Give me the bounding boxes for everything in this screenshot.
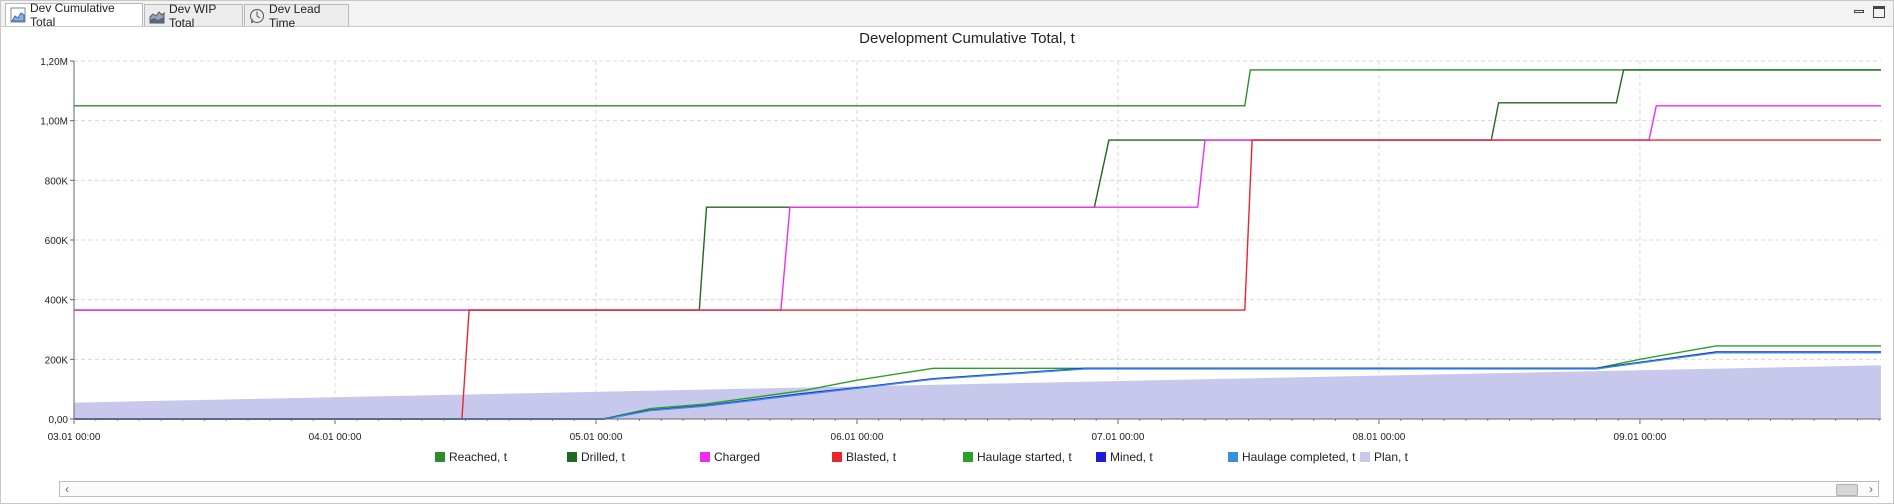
legend-label: Charged — [714, 450, 760, 464]
series-area-plan — [74, 365, 1881, 419]
window-controls — [1853, 6, 1885, 18]
x-tick-label: 03.01 00:00 — [48, 432, 101, 443]
series-line-reached-t — [74, 69, 1881, 107]
chart-legend: Reached, t Drilled, t Charged Blasted, t Hau… — [435, 450, 1409, 464]
legend-label: Haulage completed, t — [1242, 450, 1356, 464]
tab-dev-lead-time[interactable]: Dev Lead Time — [244, 2, 349, 30]
chart-title: Development Cumulative Total, t — [859, 30, 1075, 47]
stacked-chart-icon — [149, 10, 165, 23]
legend-label: Reached, t — [449, 450, 508, 464]
plot-area — [74, 69, 1881, 420]
y-tick-label: 600K — [45, 236, 69, 247]
y-tick-label: 1,00M — [40, 117, 68, 128]
scroll-left-icon[interactable]: ‹ — [60, 482, 74, 496]
legend-label: Drilled, t — [581, 450, 626, 464]
chart-window: Dev Cumulative Total Dev WIP Total Dev L… — [0, 0, 1894, 504]
legend-swatch — [832, 452, 842, 462]
legend-label: Blasted, t — [846, 450, 897, 464]
horizontal-scrollbar[interactable]: ‹ › — [59, 481, 1879, 497]
legend-swatch — [700, 452, 710, 462]
legend-label: Haulage started, t — [977, 450, 1072, 464]
x-tick-label: 05.01 00:00 — [570, 432, 623, 443]
legend-label: Plan, t — [1374, 450, 1409, 464]
legend-swatch — [1360, 452, 1370, 462]
minimize-icon[interactable] — [1853, 6, 1865, 18]
x-tick-label: 07.01 00:00 — [1092, 432, 1145, 443]
tab-dev-wip-total[interactable]: Dev WIP Total — [144, 2, 243, 30]
scroll-right-icon[interactable]: › — [1864, 482, 1878, 496]
legend-swatch — [1096, 452, 1106, 462]
tab-label: Dev Lead Time — [269, 1, 321, 30]
chart-area: Development Cumulative Total, t 0,00 200K… — [1, 27, 1893, 477]
y-tick-label: 0,00 — [49, 415, 69, 426]
series-line-charged — [74, 105, 1881, 311]
y-tick-label: 1,20M — [40, 57, 68, 68]
tab-label: Dev Cumulative Total — [30, 1, 115, 29]
tab-bar: Dev Cumulative Total Dev WIP Total Dev L… — [1, 1, 1893, 30]
legend-swatch — [567, 452, 577, 462]
maximize-icon[interactable] — [1873, 6, 1885, 18]
legend-label: Mined, t — [1110, 450, 1153, 464]
y-tick-label: 200K — [45, 355, 69, 366]
y-tick-label: 400K — [45, 296, 69, 307]
x-tick-label: 04.01 00:00 — [309, 432, 362, 443]
legend-swatch — [963, 452, 973, 462]
legend-swatch — [1228, 452, 1238, 462]
y-tick-label: 800K — [45, 176, 69, 187]
tab-dev-cumulative-total[interactable]: Dev Cumulative Total — [5, 1, 143, 29]
legend-swatch — [435, 452, 445, 462]
x-tick-label: 06.01 00:00 — [831, 432, 884, 443]
area-chart-icon — [10, 7, 26, 23]
x-tick-label: 09.01 00:00 — [1614, 432, 1667, 443]
tab-label: Dev WIP Total — [169, 1, 217, 30]
cumulative-total-chart: Development Cumulative Total, t 0,00 200K… — [40, 30, 1881, 464]
scroll-thumb[interactable] — [1836, 484, 1858, 496]
x-tick-label: 08.01 00:00 — [1353, 432, 1406, 443]
clock-chart-icon — [250, 8, 264, 23]
